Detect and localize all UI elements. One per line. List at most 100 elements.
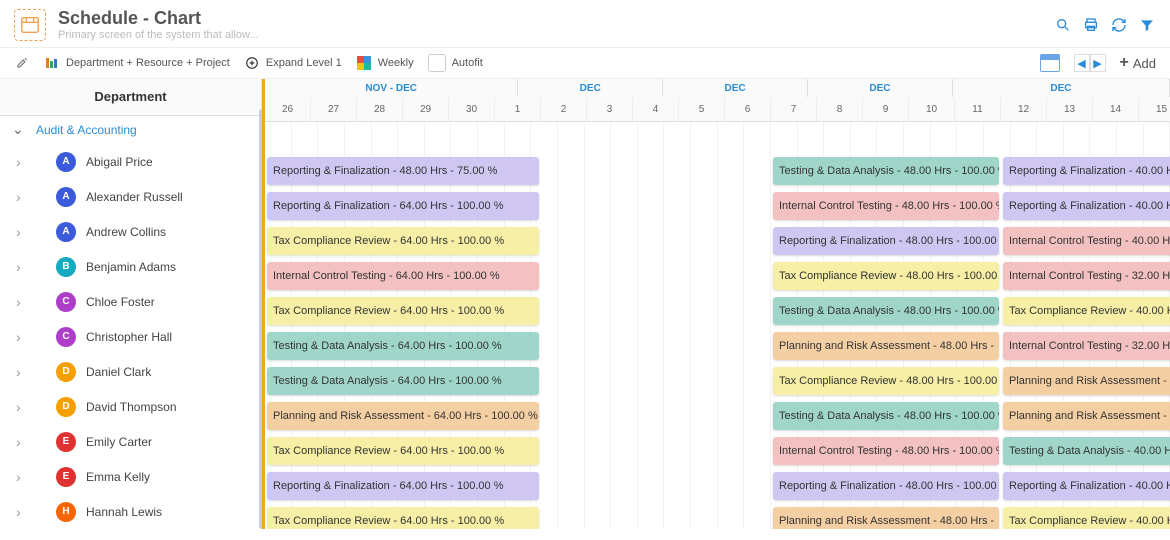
task-bar[interactable]: Testing & Data Analysis - 40.00 Hrs - 10… [1003,437,1170,465]
day-cell: 12 [1001,97,1047,121]
period-selector[interactable]: Weekly [356,55,414,71]
avatar: D [56,362,76,382]
autofit-toggle[interactable]: Autofit [428,54,483,72]
task-bar[interactable]: Internal Control Testing - 32.00 Hrs - 8… [1003,332,1170,360]
resource-name: Daniel Clark [86,365,151,379]
task-bar[interactable]: Reporting & Finalization - 40.00 Hrs - 1… [1003,472,1170,500]
resource-row[interactable]: › A Andrew Collins [0,214,261,249]
today-button[interactable] [1040,54,1060,72]
resource-name: Hannah Lewis [86,505,162,519]
task-bar[interactable]: Planning and Risk Assessment - 48.00 Hrs… [773,507,999,529]
task-bar[interactable]: Planning and Risk Assessment - 48.00 Hrs… [773,332,999,360]
prev-button[interactable]: ◀ [1074,54,1090,72]
autofit-label: Autofit [452,57,483,69]
avatar: A [56,187,76,207]
task-bar[interactable]: Tax Compliance Review - 64.00 Hrs - 100.… [267,227,539,255]
resource-name: Emily Carter [86,435,152,449]
task-bar[interactable]: Planning and Risk Assessment - 64.00 Hrs… [267,402,539,430]
print-icon[interactable] [1082,16,1100,34]
day-cell: 14 [1093,97,1139,121]
task-bar[interactable]: Tax Compliance Review - 64.00 Hrs - 100.… [267,437,539,465]
resource-row[interactable]: › A Alexander Russell [0,179,261,214]
chevron-right-icon: › [16,154,30,170]
page-title: Schedule - Chart [58,8,1042,29]
expand-selector[interactable]: Expand Level 1 [244,55,342,71]
resource-name: Alexander Russell [86,190,183,204]
timeline-panel: NOV - DECDECDECDECDEC 262728293012345678… [262,79,1170,529]
task-bar[interactable]: Tax Compliance Review - 40.00 Hrs - 100.… [1003,507,1170,529]
timeline-header: NOV - DECDECDECDECDEC 262728293012345678… [265,79,1170,122]
task-bar[interactable]: Internal Control Testing - 48.00 Hrs - 1… [773,437,999,465]
task-bar[interactable]: Reporting & Finalization - 40.00 Hrs - 1… [1003,192,1170,220]
plus-icon: + [1120,54,1129,72]
chevron-right-icon: › [16,294,30,310]
day-cell: 3 [587,97,633,121]
task-bar[interactable]: Testing & Data Analysis - 64.00 Hrs - 10… [267,367,539,395]
month-cell: DEC [953,79,1170,97]
refresh-icon[interactable] [1110,16,1128,34]
timeline-row: Reporting & Finalization - 64.00 Hrs - 1… [265,469,1170,504]
day-cell: 7 [771,97,817,121]
task-bar[interactable]: Reporting & Finalization - 64.00 Hrs - 1… [267,472,539,500]
resource-row[interactable]: › D David Thompson [0,389,261,424]
avatar: B [56,257,76,277]
filter-icon[interactable] [1138,16,1156,34]
page-header: Schedule - Chart Primary screen of the s… [0,0,1170,48]
timeline-row: Tax Compliance Review - 64.00 Hrs - 100.… [265,504,1170,529]
task-bar[interactable]: Reporting & Finalization - 64.00 Hrs - 1… [267,192,539,220]
groupby-selector[interactable]: Department + Resource + Project [44,55,230,71]
task-bar[interactable]: Reporting & Finalization - 40.00 Hrs - 1… [1003,157,1170,185]
avatar: E [56,467,76,487]
task-bar[interactable]: Planning and Risk Assessment - 40.00 Hrs… [1003,402,1170,430]
chevron-right-icon: › [16,189,30,205]
task-bar[interactable]: Tax Compliance Review - 48.00 Hrs - 100.… [773,367,999,395]
day-cell: 11 [955,97,1001,121]
task-bar[interactable]: Tax Compliance Review - 64.00 Hrs - 100.… [267,297,539,325]
task-bar[interactable]: Tax Compliance Review - 40.00 Hrs - 100.… [1003,297,1170,325]
task-bar[interactable]: Testing & Data Analysis - 64.00 Hrs - 10… [267,332,539,360]
checkbox-icon [428,54,446,72]
resource-name: Andrew Collins [86,225,166,239]
resource-row[interactable]: › D Daniel Clark [0,354,261,389]
avatar: D [56,397,76,417]
task-bar[interactable]: Tax Compliance Review - 64.00 Hrs - 100.… [267,507,539,529]
avatar: A [56,222,76,242]
department-row[interactable]: ⌄ Audit & Accounting [0,116,261,144]
task-bar[interactable]: Tax Compliance Review - 48.00 Hrs - 100.… [773,262,999,290]
month-cell: DEC [808,79,953,97]
task-bar[interactable]: Planning and Risk Assessment - 40.00 Hrs… [1003,367,1170,395]
task-bar[interactable]: Reporting & Finalization - 48.00 Hrs - 1… [773,472,999,500]
resource-row[interactable]: › E Emma Kelly [0,459,261,494]
bars-icon [44,55,60,71]
resource-row[interactable]: › C Chloe Foster [0,284,261,319]
task-bar[interactable]: Testing & Data Analysis - 48.00 Hrs - 10… [773,297,999,325]
chevron-right-icon: › [16,504,30,520]
task-bar[interactable]: Testing & Data Analysis - 48.00 Hrs - 10… [773,157,999,185]
tools-icon[interactable] [14,55,30,71]
timeline-row: Tax Compliance Review - 64.00 Hrs - 100.… [265,294,1170,329]
period-icon [356,55,372,71]
timeline-row: Internal Control Testing - 64.00 Hrs - 1… [265,259,1170,294]
resource-row[interactable]: › C Christopher Hall [0,319,261,354]
next-button[interactable]: ▶ [1090,54,1106,72]
task-bar[interactable]: Internal Control Testing - 32.00 Hrs - 8… [1003,262,1170,290]
task-bar[interactable]: Reporting & Finalization - 48.00 Hrs - 7… [267,157,539,185]
resource-row[interactable]: › A Abigail Price [0,144,261,179]
task-bar[interactable]: Reporting & Finalization - 48.00 Hrs - 1… [773,227,999,255]
search-icon[interactable] [1054,16,1072,34]
page-subtitle: Primary screen of the system that allow.… [58,29,1042,41]
resource-row[interactable]: › E Emily Carter [0,424,261,459]
resource-row[interactable]: › B Benjamin Adams [0,249,261,284]
task-bar[interactable]: Internal Control Testing - 40.00 Hrs - 1… [1003,227,1170,255]
add-button[interactable]: + Add [1120,54,1156,72]
task-bar[interactable]: Internal Control Testing - 48.00 Hrs - 1… [773,192,999,220]
resource-row[interactable]: › H Hannah Lewis [0,494,261,529]
day-cell: 5 [679,97,725,121]
department-label: Audit & Accounting [36,123,137,137]
expand-icon [244,55,260,71]
task-bar[interactable]: Internal Control Testing - 64.00 Hrs - 1… [267,262,539,290]
month-cell: DEC [663,79,808,97]
day-cell: 29 [403,97,449,121]
day-cell: 26 [265,97,311,121]
task-bar[interactable]: Testing & Data Analysis - 48.00 Hrs - 10… [773,402,999,430]
